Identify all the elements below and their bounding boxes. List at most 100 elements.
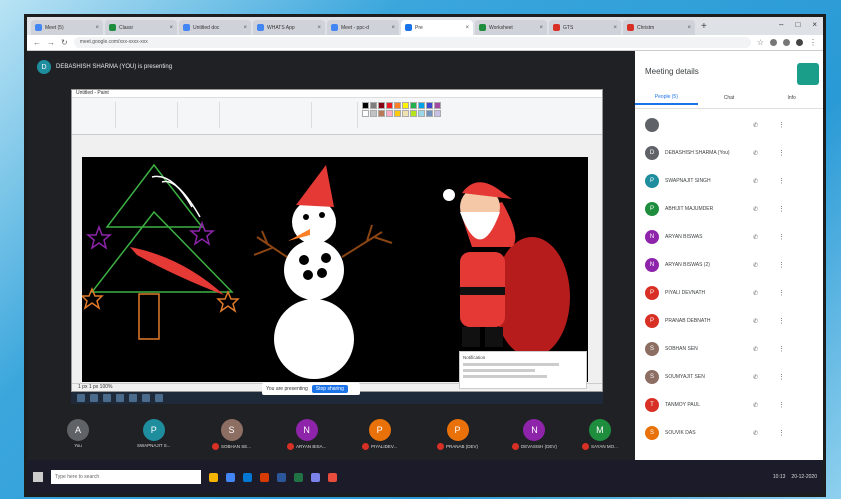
excel-icon[interactable] (294, 472, 303, 482)
new-tab-button[interactable]: + (701, 21, 707, 32)
size-group[interactable] (314, 102, 358, 128)
more-options-icon[interactable]: ⋮ (778, 149, 785, 157)
color-swatch[interactable] (394, 102, 401, 109)
people-list-item[interactable]: S SOUMYAJIT SEN ✆ ⋮ (635, 363, 823, 391)
people-list-item[interactable]: P SWAPNAJIT SINGH ✆ ⋮ (635, 167, 823, 195)
pin-icon[interactable]: ✆ (753, 150, 758, 157)
paint-canvas[interactable] (80, 157, 588, 382)
tab-info[interactable]: Info (760, 95, 823, 104)
color-swatch[interactable] (370, 110, 377, 117)
browser-tab[interactable]: Meet (5) × (31, 20, 103, 35)
app-icon[interactable] (328, 472, 337, 482)
people-list-item[interactable]: P PIYALI DEVNATH ✆ ⋮ (635, 279, 823, 307)
pin-icon[interactable]: ✆ (753, 402, 758, 409)
more-options-icon[interactable]: ⋮ (778, 401, 785, 409)
folder-icon[interactable] (209, 472, 218, 482)
tab-chat[interactable]: Chat (698, 95, 761, 104)
color-swatch[interactable] (434, 102, 441, 109)
pin-icon[interactable]: ✆ (753, 318, 758, 325)
more-options-icon[interactable]: ⋮ (778, 373, 785, 381)
close-icon[interactable]: × (317, 25, 321, 31)
browser-tab[interactable]: Meet - ppc-d × (327, 20, 399, 35)
more-options-icon[interactable]: ⋮ (778, 345, 785, 353)
color-swatch[interactable] (426, 110, 433, 117)
browser-tab[interactable]: Worksheet × (475, 20, 547, 35)
edge-icon[interactable] (243, 472, 252, 482)
participant-tile[interactable]: P PRANAB (DEV) (437, 419, 478, 450)
close-icon[interactable]: × (391, 25, 395, 31)
pin-icon[interactable]: ✆ (753, 122, 758, 129)
color-swatch[interactable] (362, 110, 369, 117)
notification-popup[interactable]: Notification (459, 351, 587, 389)
participant-tile[interactable]: P PIYALIDEV... (362, 419, 397, 450)
color-swatch[interactable] (418, 110, 425, 117)
more-options-icon[interactable]: ⋮ (778, 205, 785, 213)
color-swatch[interactable] (426, 102, 433, 109)
participant-tile[interactable]: P SWAPNAJIT S... (137, 419, 171, 448)
pin-icon[interactable]: ✆ (753, 374, 758, 381)
extension-icon[interactable] (770, 39, 777, 46)
color-swatch[interactable] (386, 102, 393, 109)
panel-accent[interactable] (797, 63, 819, 85)
color-swatch[interactable] (362, 102, 369, 109)
close-icon[interactable]: × (95, 25, 99, 31)
star-icon[interactable]: ☆ (757, 38, 764, 47)
forward-icon[interactable]: → (47, 38, 55, 47)
minimize-button[interactable]: – (779, 20, 783, 29)
profile-avatar[interactable] (796, 39, 803, 46)
color-swatch[interactable] (394, 110, 401, 117)
people-list-item[interactable]: N ARYAN BISWAS ✆ ⋮ (635, 223, 823, 251)
people-list-item[interactable]: T TANMOY PAUL ✆ ⋮ (635, 391, 823, 419)
close-icon[interactable]: × (687, 25, 691, 31)
color-swatch[interactable] (378, 110, 385, 117)
url-field[interactable]: meet.google.com/xxx-xxxx-xxx (73, 37, 751, 48)
browser-tab[interactable]: Christm × (623, 20, 695, 35)
browser-tab-active[interactable]: Pre × (401, 20, 473, 35)
stop-sharing-button[interactable]: Stop sharing (311, 385, 348, 393)
participant-tile[interactable]: S SOBHAN SE... (212, 419, 251, 450)
color-swatch[interactable] (410, 110, 417, 117)
browser-tab[interactable]: Untitled doc × (179, 20, 251, 35)
tools-group[interactable] (180, 102, 220, 128)
people-list-item[interactable]: ✆ ⋮ (635, 111, 823, 139)
pin-icon[interactable]: ✆ (753, 178, 758, 185)
shapes-group[interactable] (222, 102, 312, 128)
color-swatch[interactable] (418, 102, 425, 109)
reload-icon[interactable]: ↻ (61, 38, 68, 47)
more-options-icon[interactable]: ⋮ (778, 429, 785, 437)
taskbar-search[interactable]: Type here to search (51, 470, 201, 484)
more-options-icon[interactable]: ⋮ (778, 233, 785, 241)
close-icon[interactable]: × (169, 25, 173, 31)
image-group[interactable] (118, 102, 178, 128)
close-icon[interactable]: × (465, 25, 469, 31)
color-swatch[interactable] (378, 102, 385, 109)
close-window-button[interactable]: × (812, 20, 817, 29)
chrome-icon[interactable] (226, 472, 235, 482)
pin-icon[interactable]: ✆ (753, 430, 758, 437)
browser-tab[interactable]: GTS × (549, 20, 621, 35)
close-icon[interactable]: × (243, 25, 247, 31)
color-swatch[interactable] (410, 102, 417, 109)
color-swatch[interactable] (402, 110, 409, 117)
color-palette[interactable] (362, 102, 441, 117)
close-icon[interactable]: × (539, 25, 543, 31)
more-options-icon[interactable]: ⋮ (778, 261, 785, 269)
pin-icon[interactable]: ✆ (753, 346, 758, 353)
windows-start-icon[interactable] (33, 472, 43, 482)
people-list-item[interactable]: P ABHIJIT MAJUMDER ✆ ⋮ (635, 195, 823, 223)
more-options-icon[interactable]: ⋮ (778, 317, 785, 325)
menu-icon[interactable]: ⋮ (809, 38, 817, 47)
participant-tile[interactable]: N ARYAN BISA... (287, 419, 326, 450)
extension-icon[interactable] (783, 39, 790, 46)
people-list-item[interactable]: S SOUVIK DAS ✆ ⋮ (635, 419, 823, 447)
people-list-item[interactable]: N ARYAN BISWAS (2) ✆ ⋮ (635, 251, 823, 279)
clipboard-group[interactable] (76, 102, 116, 128)
teams-icon[interactable] (311, 472, 320, 482)
people-list-item[interactable]: P PRANAB DEBNATH ✆ ⋮ (635, 307, 823, 335)
more-options-icon[interactable]: ⋮ (778, 121, 785, 129)
pin-icon[interactable]: ✆ (753, 206, 758, 213)
participant-tile[interactable]: N DEVASISH (DEV) (512, 419, 557, 450)
people-list-item[interactable]: S SOBHAN SEN ✆ ⋮ (635, 335, 823, 363)
participant-tile[interactable]: M SAYAN MO... (582, 419, 618, 450)
people-list-item[interactable]: D DEBASHISH SHARMA (You) ✆ ⋮ (635, 139, 823, 167)
